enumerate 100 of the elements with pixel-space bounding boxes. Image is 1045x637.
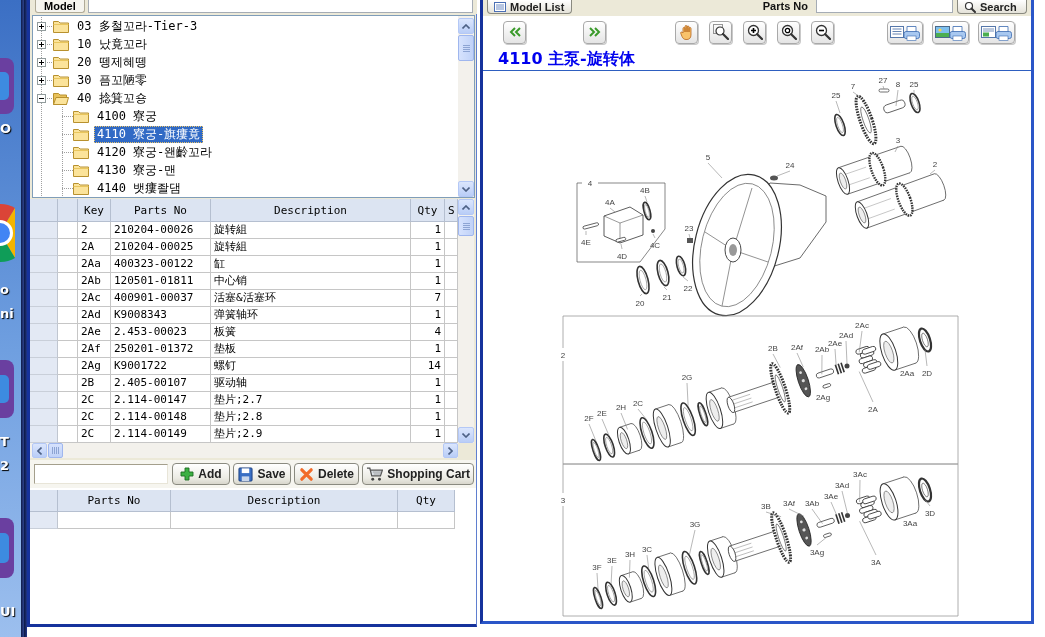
column-header[interactable]: Description [211,199,411,222]
row-header[interactable] [30,392,58,409]
leader-line [689,529,696,555]
actual-size-button[interactable] [777,20,800,44]
piston-set [854,345,882,375]
expand-icon[interactable] [37,39,46,49]
column-header[interactable]: Key [78,199,111,222]
collapse-icon[interactable] [37,93,46,103]
scroll-down-button[interactable] [458,427,474,443]
horizontal-scrollbar[interactable] [30,443,458,458]
desktop-icon-label[interactable]: O [0,121,12,136]
row-header[interactable] [30,290,58,307]
parts-no-field[interactable] [816,0,953,13]
tree-item[interactable]: 20 뗑제혜뗑 [74,53,150,71]
folder-icon [53,37,69,51]
tree-item[interactable]: 10 났竟꼬라 [74,35,150,53]
scroll-right-button[interactable] [443,443,458,458]
column-header[interactable]: Parts No [111,199,211,222]
table-cell: 旋转組 [211,222,411,239]
row-header[interactable] [30,341,58,358]
zoom-out-button[interactable] [811,20,834,44]
next-button[interactable] [583,20,606,44]
scrollbar-thumb[interactable] [48,443,63,458]
table-cell: 400323-00122 [111,256,211,273]
callout-label: 3Ae [823,492,839,501]
tree-item[interactable]: 4120 寮궁-왠齡꼬라 [94,143,216,161]
key [878,88,890,93]
tree-item[interactable]: 4110 寮궁-旗瘻竟 [94,125,204,143]
print-list-button[interactable] [887,20,923,44]
toolbar-button[interactable]: Shopping Cart [362,463,474,485]
column-header[interactable]: Qty [398,490,455,512]
toolbar-button[interactable]: Add [172,463,230,485]
part-input-field[interactable] [34,464,168,484]
retaining-ring [604,581,618,606]
magnifier-icon [780,24,797,40]
row-header[interactable] [30,324,58,341]
callout-label: 2H [615,403,627,412]
expand-icon[interactable] [37,75,46,85]
app-icon[interactable] [0,360,14,418]
zoom-in-button[interactable] [743,20,766,44]
o-ring [651,229,655,233]
tree-item[interactable]: 4140 뱃瘻좔댐 [94,179,185,197]
vertical-scrollbar[interactable] [458,199,474,443]
zoom-out-icon [814,24,831,40]
column-header[interactable]: Qty [411,199,445,222]
column-header[interactable]: Description [171,490,398,512]
retainer-plate [796,513,812,547]
row-header[interactable] [30,409,58,426]
expand-icon[interactable] [37,57,46,67]
scrollbar-thumb[interactable] [458,35,474,61]
callout-label: 24 [785,161,795,170]
toolbar-button[interactable]: Save [233,463,291,485]
scroll-left-button[interactable] [32,443,47,458]
leader-line [686,382,689,406]
scroll-up-button[interactable] [458,199,474,215]
toolbar-button[interactable]: Delete [294,463,359,485]
tree-item[interactable]: 03 多철꼬라-Tier-3 [74,17,201,35]
vertical-scrollbar[interactable] [458,16,474,197]
table-cell: 1 [411,256,445,273]
model-field[interactable] [87,0,473,13]
row-header[interactable] [30,222,58,239]
empty-cell[interactable] [398,512,455,529]
row-header[interactable] [30,273,58,290]
leader-line [688,233,691,239]
tree-item[interactable]: 30 픔꼬陋零 [74,71,150,89]
app-icon[interactable] [0,518,14,578]
leader-line [858,330,863,353]
callout-label: 4A [605,198,615,207]
app-icon[interactable] [0,58,14,114]
leader-line [821,354,823,375]
model-list-button[interactable]: Model List [487,0,572,14]
row-header[interactable] [30,256,58,273]
row-header[interactable] [30,358,58,375]
table-cell: 旋转組 [211,239,411,256]
previous-button[interactable] [503,20,526,44]
print-all-button[interactable] [978,20,1015,44]
tree-item[interactable]: 40 捻箕꼬숑 [74,89,150,107]
row-header[interactable] [30,239,58,256]
tree-item[interactable]: 4100 寮궁 [94,107,161,125]
column-header[interactable]: S [445,199,458,222]
scroll-up-button[interactable] [458,18,474,34]
empty-cell[interactable] [171,512,398,529]
leader-line [776,170,791,177]
print-image-button[interactable] [932,20,969,44]
leader-line [646,554,649,569]
valve-cover [603,206,644,244]
column-header[interactable]: Parts No [58,490,171,512]
scrollbar-thumb[interactable] [458,216,474,236]
expand-icon[interactable] [37,21,46,31]
row-header[interactable] [30,512,58,529]
scroll-down-button[interactable] [458,181,474,197]
pan-button[interactable] [675,20,698,44]
leader-line [924,499,931,507]
tree-item[interactable]: 4130 寮궁-맨 [94,161,180,179]
search-button[interactable]: Search [957,0,1027,14]
row-header[interactable] [30,307,58,324]
row-header[interactable] [30,375,58,392]
spacer-ring [680,402,697,437]
pin [815,367,835,380]
zoom-window-button[interactable] [709,20,732,44]
